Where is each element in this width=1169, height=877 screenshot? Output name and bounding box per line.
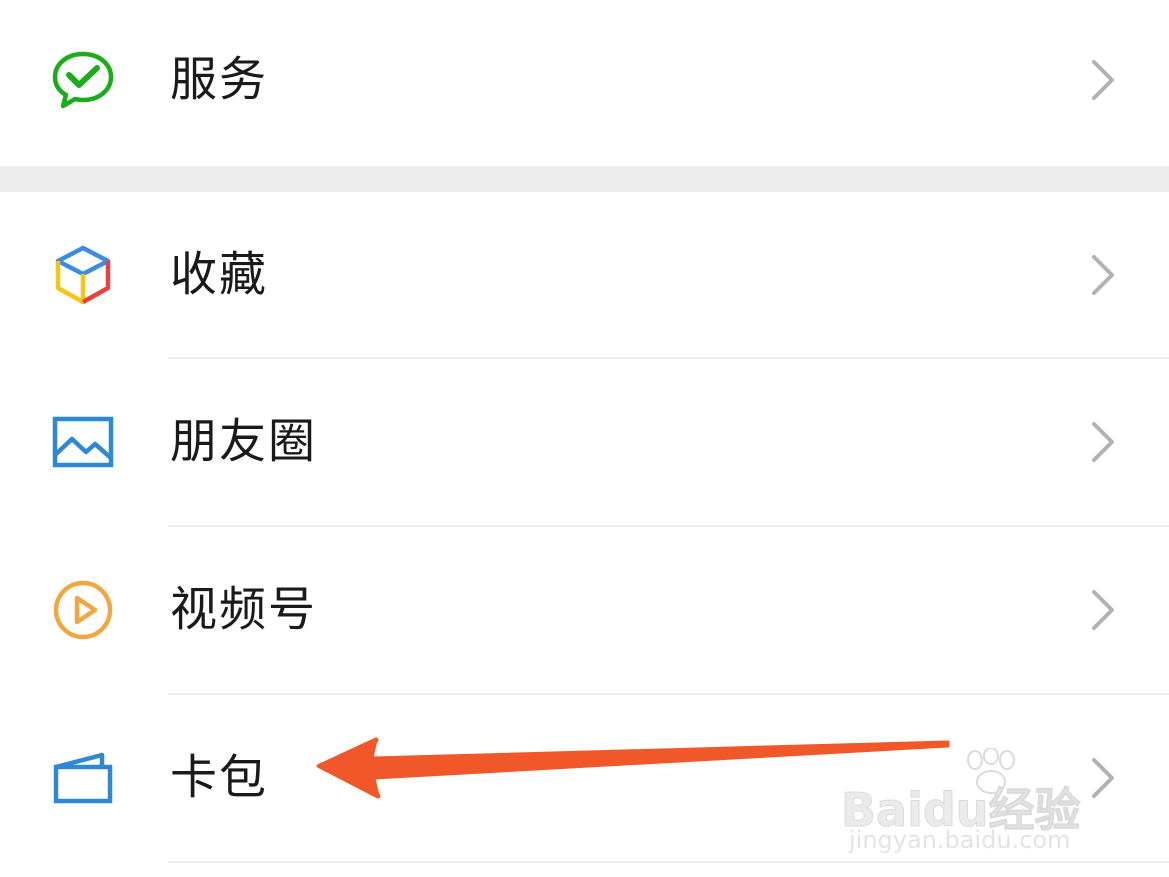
wechat-pay-check-icon: [50, 48, 116, 114]
menu-item-favorites[interactable]: 收藏: [0, 192, 1169, 358]
chevron-right-icon: [1088, 588, 1118, 632]
chevron-right-icon: [1088, 58, 1118, 102]
menu-item-services[interactable]: 服务: [0, 0, 1169, 160]
menu-item-label: 收藏: [170, 247, 268, 303]
wallet-icon: [50, 745, 116, 811]
menu-item-label: 卡包: [170, 750, 268, 806]
section-gap: [0, 166, 1169, 192]
play-circle-icon: [50, 577, 116, 643]
chevron-right-icon: [1088, 420, 1118, 464]
menu-item-moments[interactable]: 朋友圈: [0, 359, 1169, 525]
menu-item-label: 服务: [170, 52, 268, 108]
chevron-right-icon: [1088, 253, 1118, 297]
menu-item-channels[interactable]: 视频号: [0, 527, 1169, 693]
me-page-menu: 服务 收藏 朋友圈 视频号 卡包 Baidu经验 jingyan.baidu.c…: [0, 0, 1169, 877]
watermark-url-text: jingyan.baidu.com: [849, 826, 1071, 854]
menu-item-label: 朋友圈: [170, 414, 317, 470]
menu-item-label: 视频号: [170, 582, 317, 638]
cube-icon: [50, 242, 116, 308]
landscape-image-icon: [50, 409, 116, 475]
baidu-jingyan-watermark: Baidu经验 jingyan.baidu.com: [841, 748, 1109, 858]
divider: [168, 861, 1169, 863]
